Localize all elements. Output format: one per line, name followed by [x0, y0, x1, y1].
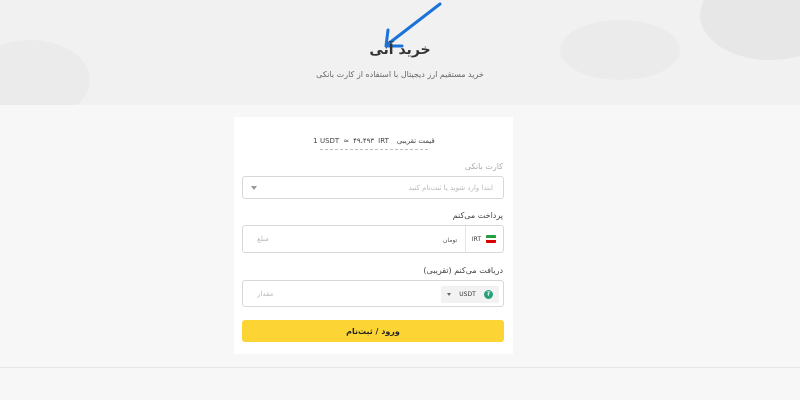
receive-currency-select[interactable]: USDT ₮ — [441, 286, 499, 303]
price-approx-sign: ≈ — [343, 137, 350, 145]
page-subtitle: خرید مستقیم ارز دیجیتال با استفاده از کا… — [316, 70, 484, 79]
price-base: 1 USDT — [313, 137, 340, 145]
receive-label: دریافت می‌کنم (تقریبی) — [423, 266, 503, 275]
pay-amount-placeholder: مبلغ — [257, 235, 269, 243]
bank-card-placeholder: ابتدا وارد شوید یا ثبت‌نام کنید — [408, 184, 493, 192]
price-rate: ۴۹،۴۹۳ — [353, 137, 375, 145]
pay-label: پرداخت می‌کنم — [452, 211, 503, 220]
approx-price[interactable]: 1 USDT ≈ ۴۹،۴۹۳ IRT قیمت تقریبی — [313, 133, 435, 150]
price-label: قیمت تقریبی — [396, 137, 435, 145]
chevron-down-icon — [251, 186, 257, 190]
tether-icon: ₮ — [484, 290, 493, 299]
login-register-button[interactable]: ورود / ثبت‌نام — [242, 320, 504, 342]
hero-banner: خرید آنی خرید مستقیم ارز دیجیتال با استف… — [0, 0, 800, 105]
pay-unit: تومان — [443, 237, 458, 244]
pay-currency-code: IRT — [471, 235, 481, 243]
price-currency: IRT — [378, 137, 389, 145]
receive-amount-input[interactable]: مقدار USDT ₮ — [242, 280, 504, 307]
pay-currency: IRT — [464, 226, 503, 252]
bank-card-label: کارت بانکی — [464, 162, 503, 171]
chevron-down-icon — [447, 293, 451, 296]
pay-amount-input[interactable]: مبلغ تومان IRT — [242, 225, 504, 253]
divider — [0, 367, 800, 368]
receive-amount-placeholder: مقدار — [257, 290, 274, 298]
iran-flag-icon — [486, 235, 496, 243]
bank-card-select[interactable]: ابتدا وارد شوید یا ثبت‌نام کنید — [242, 176, 504, 199]
receive-currency-code: USDT — [459, 291, 476, 298]
page-title: خرید آنی — [369, 42, 431, 58]
instant-buy-form: 1 USDT ≈ ۴۹،۴۹۳ IRT قیمت تقریبی کارت بان… — [234, 117, 513, 354]
